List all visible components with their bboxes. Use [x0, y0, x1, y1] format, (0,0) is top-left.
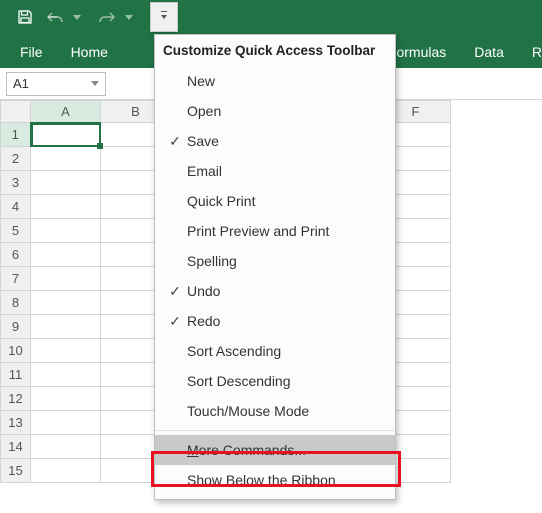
cell[interactable]: [31, 171, 101, 195]
tab-file[interactable]: File: [6, 36, 57, 68]
menu-item-label: More Commands...: [187, 442, 395, 458]
menu-item[interactable]: ✓Redo: [155, 306, 395, 336]
row-header[interactable]: 4: [1, 195, 31, 219]
cell[interactable]: [31, 195, 101, 219]
name-box-value: A1: [13, 76, 29, 91]
cell[interactable]: [31, 459, 101, 483]
row-header[interactable]: 2: [1, 147, 31, 171]
customize-qat-button[interactable]: [150, 2, 178, 32]
cell[interactable]: [31, 123, 101, 147]
menu-title: Customize Quick Access Toolbar: [155, 35, 395, 66]
select-all-corner[interactable]: [1, 101, 31, 123]
checkmark-icon: ✓: [163, 313, 187, 330]
menu-item[interactable]: Touch/Mouse Mode: [155, 396, 395, 426]
menu-item-label: Open: [187, 103, 395, 119]
row-header[interactable]: 9: [1, 315, 31, 339]
customize-qat-menu: Customize Quick Access Toolbar NewOpen✓S…: [154, 34, 396, 500]
menu-item[interactable]: Spelling: [155, 246, 395, 276]
title-bar: [0, 0, 542, 34]
menu-item-label: Show Below the Ribbon: [187, 472, 395, 488]
cell[interactable]: [31, 243, 101, 267]
chevron-down-icon[interactable]: [91, 81, 99, 86]
menu-item[interactable]: ✓Save: [155, 126, 395, 156]
menu-item-label: Touch/Mouse Mode: [187, 403, 395, 419]
row-header[interactable]: 14: [1, 435, 31, 459]
cell[interactable]: [31, 315, 101, 339]
menu-separator: [155, 430, 395, 431]
row-header[interactable]: 15: [1, 459, 31, 483]
cell[interactable]: [31, 363, 101, 387]
row-header[interactable]: 8: [1, 291, 31, 315]
name-box[interactable]: A1: [6, 72, 106, 96]
checkmark-icon: ✓: [163, 133, 187, 150]
menu-item-label: Undo: [187, 283, 395, 299]
menu-item-label: Spelling: [187, 253, 395, 269]
menu-item[interactable]: Print Preview and Print: [155, 216, 395, 246]
menu-item-label: Quick Print: [187, 193, 395, 209]
cell[interactable]: [31, 219, 101, 243]
row-header[interactable]: 12: [1, 387, 31, 411]
cell[interactable]: [31, 435, 101, 459]
menu-item-label: Print Preview and Print: [187, 223, 395, 239]
row-header[interactable]: 10: [1, 339, 31, 363]
menu-item-label: Sort Ascending: [187, 343, 395, 359]
menu-item[interactable]: New: [155, 66, 395, 96]
cell[interactable]: [31, 411, 101, 435]
menu-item[interactable]: Sort Ascending: [155, 336, 395, 366]
menu-item[interactable]: Open: [155, 96, 395, 126]
chevron-down-icon: [161, 15, 167, 19]
row-header[interactable]: 3: [1, 171, 31, 195]
save-icon[interactable]: [10, 0, 40, 34]
menu-item[interactable]: Quick Print: [155, 186, 395, 216]
menu-item-label: New: [187, 73, 395, 89]
menu-item-show-below-ribbon[interactable]: Show Below the Ribbon: [155, 465, 395, 495]
tab-data[interactable]: Data: [460, 36, 518, 68]
row-header[interactable]: 11: [1, 363, 31, 387]
menu-item-label: Email: [187, 163, 395, 179]
menu-item[interactable]: Email: [155, 156, 395, 186]
row-header[interactable]: 5: [1, 219, 31, 243]
redo-dropdown-icon[interactable]: [114, 0, 144, 34]
undo-dropdown-icon[interactable]: [62, 0, 92, 34]
menu-item[interactable]: ✓Undo: [155, 276, 395, 306]
row-header[interactable]: 6: [1, 243, 31, 267]
tab-partial[interactable]: R: [518, 36, 542, 68]
row-header[interactable]: 13: [1, 411, 31, 435]
cell[interactable]: [31, 387, 101, 411]
menu-item[interactable]: Sort Descending: [155, 366, 395, 396]
cell[interactable]: [31, 291, 101, 315]
menu-item-label: Redo: [187, 313, 395, 329]
checkmark-icon: ✓: [163, 283, 187, 300]
menu-item-more-commands[interactable]: More Commands...: [155, 435, 395, 465]
cell[interactable]: [31, 147, 101, 171]
row-header[interactable]: 1: [1, 123, 31, 147]
cell[interactable]: [31, 339, 101, 363]
cell[interactable]: [31, 267, 101, 291]
menu-item-label: Sort Descending: [187, 373, 395, 389]
menu-item-label: Save: [187, 133, 395, 149]
column-header[interactable]: A: [31, 101, 101, 123]
row-header[interactable]: 7: [1, 267, 31, 291]
tab-home[interactable]: Home: [57, 36, 122, 68]
